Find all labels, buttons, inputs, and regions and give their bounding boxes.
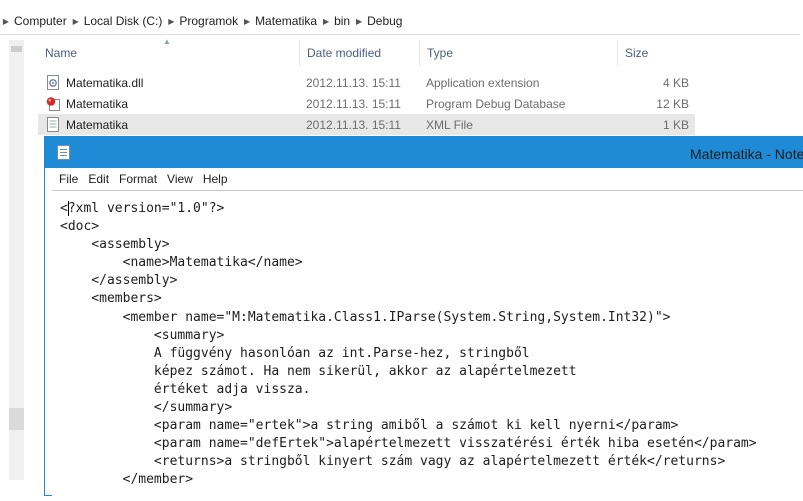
column-header-size[interactable]: Size: [617, 40, 797, 66]
file-row[interactable]: Matematika 2012.11.13. 15:11 Program Deb…: [38, 93, 800, 114]
code-line: képez számot. Ha nem sikerül, akkor az a…: [60, 363, 577, 379]
file-name-cell[interactable]: Matematika: [38, 93, 299, 114]
code-line: <?xml version="1.0"?>: [60, 201, 225, 216]
breadcrumb-item-matematika[interactable]: ▶ Matematika: [241, 8, 320, 34]
notepad-titlebar[interactable]: Matematika - Notepad: [45, 137, 803, 168]
file-list: Matematika.dll 2012.11.13. 15:11 Applica…: [38, 72, 800, 135]
notepad-icon[interactable]: [57, 145, 70, 160]
file-size: 4 KB: [662, 75, 689, 90]
menu-help[interactable]: Help: [198, 169, 233, 189]
code-line: <returns>a stringből kinyert szám vagy a…: [60, 454, 726, 470]
menu-view[interactable]: View: [162, 169, 198, 189]
file-name: Matematika: [66, 96, 129, 111]
breadcrumb-label[interactable]: Programok: [177, 14, 241, 28]
file-date: 2012.11.13. 15:11: [306, 117, 401, 132]
text-editor[interactable]: <?xml version="1.0"?> <doc> <assembly> <…: [52, 190, 803, 501]
xml-file-icon: [46, 117, 60, 132]
code-line: <summary>: [60, 327, 225, 343]
pdb-file-icon: [46, 96, 60, 111]
breadcrumb-label[interactable]: bin: [332, 14, 353, 28]
breadcrumb-label[interactable]: Computer: [12, 14, 70, 28]
file-size: 12 KB: [656, 96, 689, 111]
breadcrumb-label[interactable]: Debug: [365, 14, 405, 28]
notepad-body: File Edit Format View Help <?xml version…: [52, 168, 803, 501]
breadcrumb-label[interactable]: Matematika: [253, 14, 320, 28]
menu-format[interactable]: Format: [114, 169, 162, 189]
editor-content[interactable]: <?xml version="1.0"?> <doc> <assembly> <…: [60, 200, 757, 490]
code-line: <members>: [60, 291, 162, 307]
column-header-label: Size: [625, 46, 649, 60]
file-date: 2012.11.13. 15:11: [306, 75, 401, 90]
code-line: </summary>: [60, 400, 233, 416]
code-line: <name>Matematika</name>: [60, 255, 303, 271]
code-line: <param name="ertek">a string amiből a sz…: [60, 418, 679, 434]
code-line: </assembly>: [60, 273, 178, 289]
code-line: <doc>: [60, 219, 100, 235]
menu-bar: File Edit Format View Help: [52, 169, 803, 189]
window-title: Matematika - Notepad: [690, 146, 803, 162]
menu-edit[interactable]: Edit: [83, 169, 114, 189]
file-name: Matematika: [66, 117, 129, 132]
file-type: Program Debug Database: [426, 96, 566, 111]
chevron-right-icon[interactable]: ▶: [241, 8, 253, 34]
chevron-right-icon[interactable]: ▶: [165, 8, 177, 34]
breadcrumb: ▶ Computer ▶ Local Disk (C:) ▶ Programok…: [0, 8, 800, 34]
column-header-date[interactable]: Date modified: [299, 40, 419, 66]
code-line: <member name="M:Matematika.Class1.IParse…: [60, 309, 671, 325]
breadcrumb-label[interactable]: Local Disk (C:): [82, 14, 166, 28]
file-size: 1 KB: [662, 117, 689, 132]
file-type: XML File: [426, 117, 473, 132]
column-header-type[interactable]: Type: [419, 40, 617, 66]
file-name-cell[interactable]: Matematika.dll: [38, 72, 299, 93]
chevron-right-icon[interactable]: ▶: [320, 8, 332, 34]
scroll-up-arrow[interactable]: [11, 46, 22, 52]
file-row-selected[interactable]: Matematika 2012.11.13. 15:11 XML File 1 …: [38, 114, 695, 135]
file-name: Matematika.dll: [66, 75, 144, 90]
file-type: Application extension: [426, 75, 540, 90]
chevron-right-icon[interactable]: ▶: [353, 8, 365, 34]
chevron-right-icon[interactable]: ▶: [0, 8, 12, 34]
file-list-header: ▲ Name Date modified Type Size: [38, 37, 800, 66]
column-header-name[interactable]: ▲ Name: [38, 37, 299, 66]
code-line: <assembly>: [60, 237, 170, 253]
notepad-window[interactable]: Matematika - Notepad File Edit Format Vi…: [44, 136, 803, 501]
navigation-scrollbar[interactable]: [9, 40, 24, 480]
menu-file[interactable]: File: [52, 169, 83, 189]
breadcrumb-item-local-disk[interactable]: ▶ Local Disk (C:): [70, 8, 166, 34]
breadcrumb-item-debug[interactable]: ▶ Debug: [353, 8, 405, 34]
column-header-label: Type: [427, 46, 454, 60]
breadcrumb-item-programok[interactable]: ▶ Programok: [165, 8, 241, 34]
file-name-cell[interactable]: Matematika: [38, 114, 299, 135]
chevron-right-icon[interactable]: ▶: [70, 8, 82, 34]
file-date: 2012.11.13. 15:11: [306, 96, 401, 111]
breadcrumb-item-bin[interactable]: ▶ bin: [320, 8, 353, 34]
address-bar-divider: [0, 34, 800, 35]
breadcrumb-item-computer[interactable]: ▶ Computer: [0, 8, 70, 34]
sort-ascending-icon: ▲: [163, 37, 171, 46]
file-row[interactable]: Matematika.dll 2012.11.13. 15:11 Applica…: [38, 72, 800, 93]
code-line: A függvény hasonlóan az int.Parse-hez, s…: [60, 345, 530, 361]
text-caret: [68, 201, 69, 216]
scrollbar-thumb[interactable]: [9, 408, 24, 430]
code-line: <param name="defErtek">alapértelmezett v…: [60, 436, 757, 452]
code-line: értéket adja vissza.: [60, 381, 311, 397]
dll-file-icon: [46, 75, 60, 90]
column-header-label: Name: [45, 46, 78, 60]
column-header-label: Date modified: [307, 46, 382, 60]
